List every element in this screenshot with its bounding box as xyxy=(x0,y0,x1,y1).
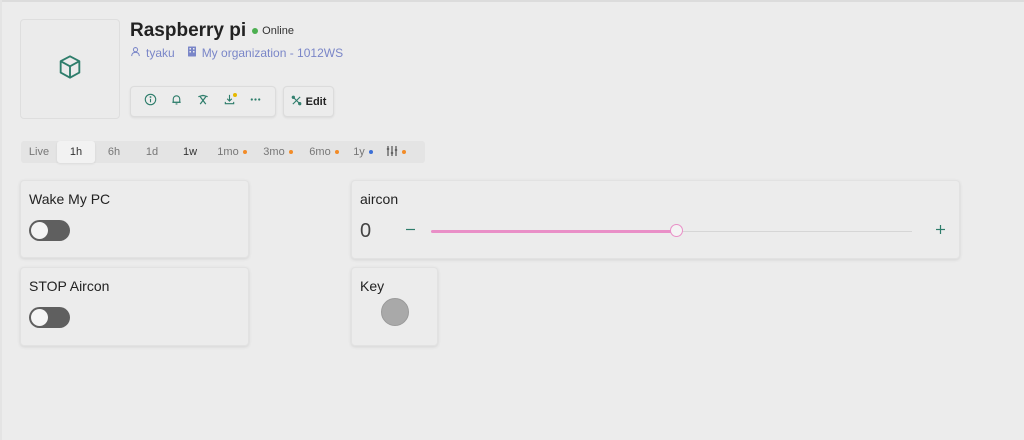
bell-icon xyxy=(170,93,183,111)
download-button[interactable] xyxy=(218,91,240,113)
range-label: 1y xyxy=(353,146,365,158)
plus-icon xyxy=(935,222,946,240)
range-label: 1w xyxy=(182,146,198,158)
sliders-icon xyxy=(386,145,398,160)
premium-dot xyxy=(368,150,373,154)
info-icon xyxy=(144,93,157,111)
widget-key: Key xyxy=(351,267,438,346)
owner-link[interactable]: tyaku xyxy=(130,46,175,60)
edit-icon xyxy=(291,95,306,109)
increment-button[interactable] xyxy=(932,220,948,242)
premium-dot xyxy=(288,150,293,154)
toggle-knob xyxy=(31,309,48,326)
widget-stop-aircon: STOP Aircon xyxy=(20,267,249,346)
range-1d[interactable]: 1d xyxy=(133,141,171,163)
range-label: 3mo xyxy=(263,146,285,158)
range-label: 1h xyxy=(69,146,83,158)
range-label: 6mo xyxy=(309,146,331,158)
range-6h[interactable]: 6h xyxy=(95,141,133,163)
top-divider xyxy=(0,0,1024,2)
range-label: 1d xyxy=(145,146,159,158)
edit-label: Edit xyxy=(305,95,327,108)
custom-range-button[interactable] xyxy=(379,141,413,163)
decrement-button[interactable] xyxy=(402,220,418,242)
stop-aircon-toggle[interactable] xyxy=(29,307,70,328)
organization-name: My organization - 1012WS xyxy=(201,46,344,60)
range-label: 1mo xyxy=(217,146,239,158)
tools-button[interactable] xyxy=(192,91,214,113)
download-badge xyxy=(233,92,238,97)
cube-icon xyxy=(56,53,84,86)
premium-dot xyxy=(402,150,406,154)
range-live[interactable]: Live xyxy=(21,141,57,163)
slider-thumb[interactable] xyxy=(670,224,683,237)
edit-button[interactable]: Edit xyxy=(283,86,334,117)
slider-track[interactable] xyxy=(431,224,912,237)
left-divider xyxy=(0,0,2,440)
range-label: 6h xyxy=(107,146,121,158)
device-actions xyxy=(130,86,276,117)
device-avatar xyxy=(20,19,120,119)
status-badge: Online xyxy=(252,25,294,37)
online-dot xyxy=(252,28,259,34)
widget-title: aircon xyxy=(360,191,399,207)
range-1h[interactable]: 1h xyxy=(57,141,95,163)
user-icon xyxy=(130,46,146,60)
range-6mo[interactable]: 6mo xyxy=(301,141,347,163)
range-label: Live xyxy=(28,146,50,158)
organization-link[interactable]: My organization - 1012WS xyxy=(187,46,343,60)
more-icon xyxy=(249,93,262,111)
wake-pc-toggle[interactable] xyxy=(29,220,70,241)
range-1w[interactable]: 1w xyxy=(171,141,209,163)
widget-title: Key xyxy=(360,278,385,294)
widget-title: STOP Aircon xyxy=(29,278,110,294)
minus-icon xyxy=(405,222,416,240)
widget-aircon: aircon 0 xyxy=(351,180,960,259)
premium-dot xyxy=(334,150,339,154)
tools-icon xyxy=(196,93,210,111)
notifications-button[interactable] xyxy=(166,91,188,113)
status-label: Online xyxy=(262,25,294,37)
range-3mo[interactable]: 3mo xyxy=(255,141,301,163)
range-1mo[interactable]: 1mo xyxy=(209,141,255,163)
more-button[interactable] xyxy=(245,91,267,113)
device-header: Raspberry pi Online xyxy=(130,20,294,42)
toggle-knob xyxy=(31,222,48,239)
time-range-bar: Live 1h 6h 1d 1w 1mo 3mo 6mo 1y xyxy=(21,141,425,163)
range-1y[interactable]: 1y xyxy=(347,141,379,163)
slider-fill xyxy=(431,230,676,233)
page-title: Raspberry pi xyxy=(130,20,247,41)
info-button[interactable] xyxy=(139,91,161,113)
key-push-button[interactable] xyxy=(381,298,409,326)
widget-wake-my-pc: Wake My PC xyxy=(20,180,249,258)
owner-name: tyaku xyxy=(146,46,175,60)
widget-title: Wake My PC xyxy=(29,191,111,207)
building-icon xyxy=(187,46,202,60)
slider-value: 0 xyxy=(360,220,372,242)
premium-dot xyxy=(242,150,247,154)
device-meta: tyaku My organization - 1012WS xyxy=(130,46,343,60)
